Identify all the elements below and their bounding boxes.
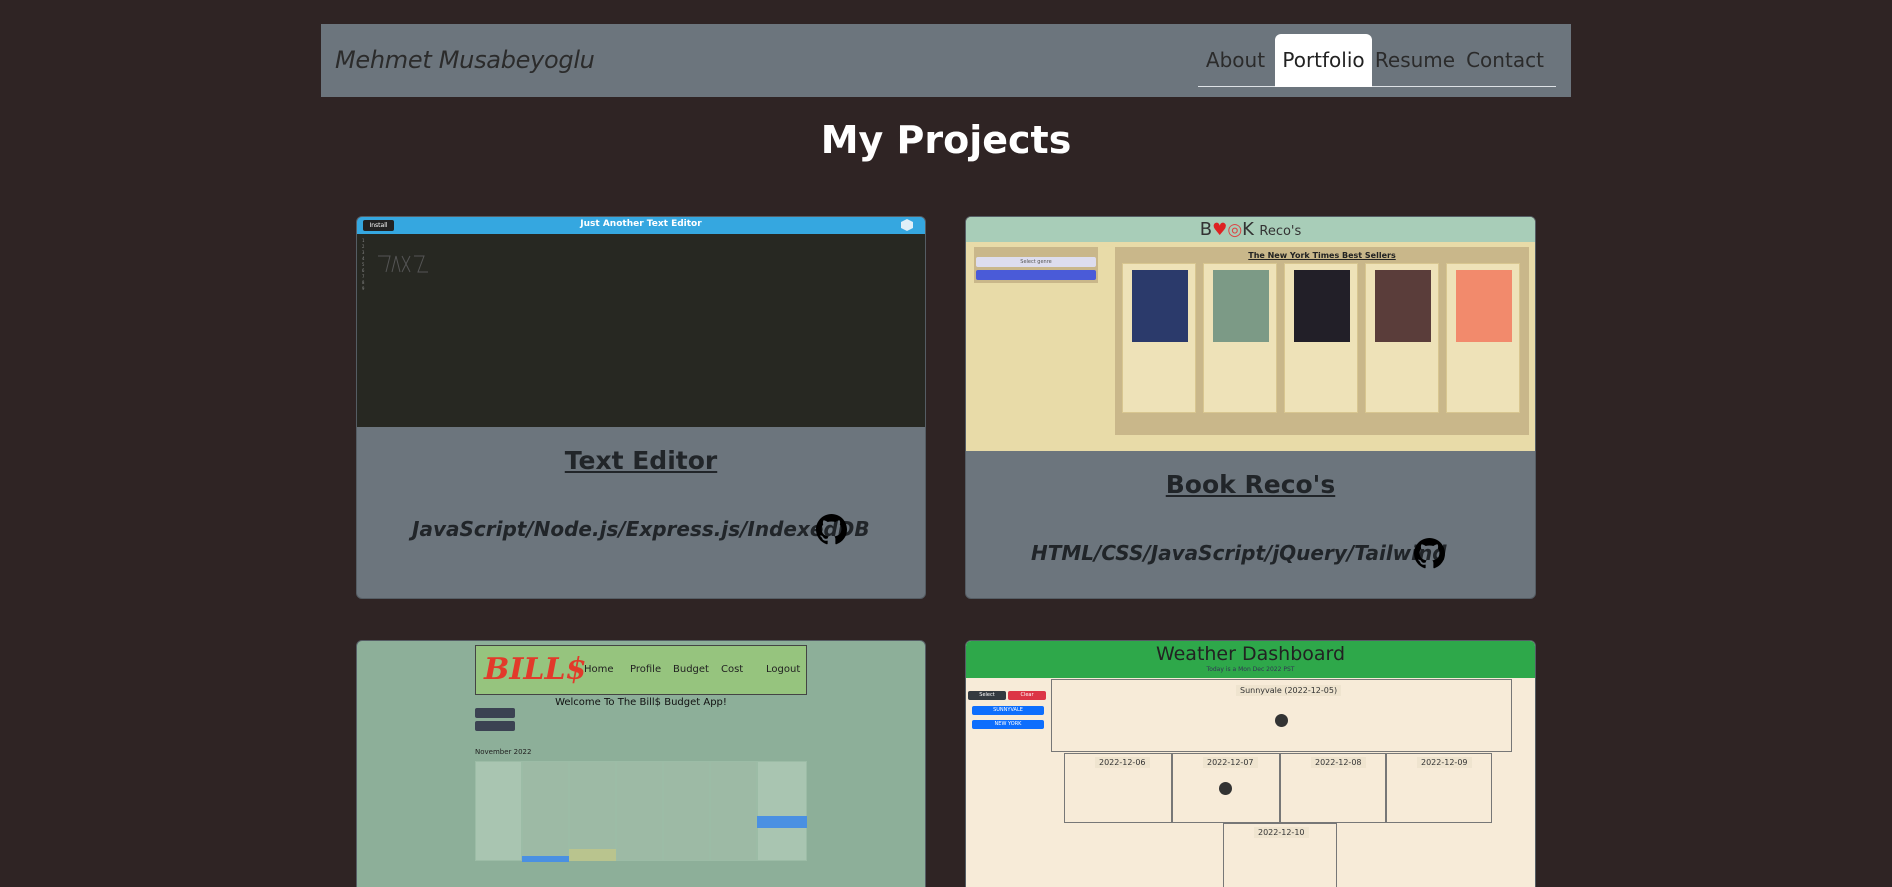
svg-text:7: 7 bbox=[362, 274, 365, 279]
book-card bbox=[1122, 263, 1196, 413]
svg-text:9: 9 bbox=[362, 286, 365, 291]
thumb-nav-link: Logout bbox=[766, 664, 801, 675]
thumb-nav-link: Home bbox=[584, 664, 614, 675]
forecast-card: 2022-12-07 bbox=[1172, 753, 1280, 823]
svg-text:1: 1 bbox=[362, 238, 365, 243]
thumb-nav-link: Cost bbox=[721, 664, 744, 675]
book-cover bbox=[1132, 270, 1188, 342]
svg-text:4: 4 bbox=[362, 256, 365, 261]
tab-portfolio[interactable]: Portfolio bbox=[1275, 34, 1372, 87]
tab-resume[interactable]: Resume bbox=[1374, 34, 1456, 87]
bills-logo: BILL$ bbox=[484, 652, 587, 687]
calendar-event bbox=[757, 816, 807, 828]
calendar-column bbox=[710, 761, 757, 861]
bestseller-heading: The New York Times Best Sellers bbox=[1248, 251, 1396, 260]
forecast-date: 2022-12-07 bbox=[1203, 757, 1258, 768]
calendar-column bbox=[757, 761, 807, 861]
svg-text:5: 5 bbox=[362, 262, 365, 267]
calendar-column bbox=[663, 761, 710, 861]
calendar-column bbox=[522, 761, 569, 861]
project-title-link[interactable]: Text Editor bbox=[357, 446, 925, 475]
nav-tabs: About Portfolio Resume Contact bbox=[1198, 34, 1556, 87]
calendar-column bbox=[475, 761, 522, 861]
forecast-date: 2022-12-10 bbox=[1254, 827, 1309, 838]
editor-area: 123456789 bbox=[357, 234, 925, 427]
project-card-weather: Weather Dashboard Today is a Mon Dec 202… bbox=[965, 640, 1536, 887]
brand-text: Reco's bbox=[1259, 224, 1302, 239]
forecast-card: 2022-12-08 bbox=[1280, 753, 1386, 823]
calendar-grid bbox=[475, 761, 807, 862]
book-cover bbox=[1375, 270, 1431, 342]
project-screenshot[interactable]: Install Just Another Text Editor 1234567… bbox=[357, 217, 925, 427]
add-purchase-button bbox=[475, 721, 515, 731]
calendar-column bbox=[616, 761, 663, 861]
thumb-nav-link: Profile bbox=[630, 664, 662, 675]
book-cover bbox=[1213, 270, 1269, 342]
svg-text:2: 2 bbox=[362, 244, 365, 249]
thumb-header: Install Just Another Text Editor bbox=[357, 217, 925, 234]
brand-name[interactable]: Mehmet Musabeyoglu bbox=[335, 46, 595, 74]
forecast-card: 2022-12-09 bbox=[1386, 753, 1492, 823]
thumb-navbar: BILL$ Home Profile Budget Cost Logout bbox=[475, 645, 807, 695]
project-title-link[interactable]: Book Reco's bbox=[966, 470, 1535, 499]
thumb-brand: B♥◎K Reco's bbox=[1199, 219, 1302, 240]
city-button: NEW YORK bbox=[972, 720, 1044, 729]
svg-text:3: 3 bbox=[362, 250, 365, 255]
calendar-month: November 2022 bbox=[475, 748, 532, 756]
weather-icon bbox=[1219, 782, 1232, 795]
navbar: Mehmet Musabeyoglu About Portfolio Resum… bbox=[321, 24, 1571, 97]
project-tech-stack: JavaScript/Node.js/Express.js/IndexedDB bbox=[412, 517, 870, 541]
update-budget-button bbox=[475, 708, 515, 718]
clear-button: Clear bbox=[1008, 691, 1046, 700]
thumb-title: Just Another Text Editor bbox=[580, 219, 702, 229]
thumb-header: Weather Dashboard Today is a Mon Dec 202… bbox=[966, 641, 1535, 678]
logo-icon bbox=[901, 219, 913, 231]
calendar-event bbox=[522, 856, 569, 862]
project-screenshot[interactable]: Weather Dashboard Today is a Mon Dec 202… bbox=[966, 641, 1535, 887]
thumb-title: Weather Dashboard bbox=[1155, 643, 1346, 665]
project-card-book-recos: B♥◎K Reco's Select genre The New York Ti… bbox=[965, 216, 1536, 599]
book-card bbox=[1365, 263, 1439, 413]
page-title: My Projects bbox=[820, 118, 1072, 162]
thumb-welcome: Welcome To The Bill$ Budget App! bbox=[555, 697, 727, 708]
book-cover bbox=[1456, 270, 1512, 342]
project-screenshot[interactable]: B♥◎K Reco's Select genre The New York Ti… bbox=[966, 217, 1535, 451]
thumb-header: B♥◎K Reco's bbox=[966, 217, 1535, 242]
book-card bbox=[1284, 263, 1358, 413]
forecast-date: 2022-12-08 bbox=[1311, 757, 1366, 768]
svg-text:6: 6 bbox=[362, 268, 365, 273]
bestseller-panel: The New York Times Best Sellers bbox=[1115, 247, 1529, 435]
calendar-today bbox=[569, 849, 616, 861]
thumb-nav-link: Budget bbox=[673, 664, 709, 675]
calendar-column bbox=[569, 761, 616, 861]
project-tech-stack: HTML/CSS/JavaScript/jQuery/Tailwind bbox=[1031, 541, 1447, 565]
forecast-card: 2022-12-06 bbox=[1064, 753, 1172, 823]
project-screenshot[interactable]: BILL$ Home Profile Budget Cost Logout We… bbox=[357, 641, 925, 887]
thumb-subtitle: Today is a Mon Dec 2022 PST bbox=[1206, 666, 1295, 673]
tab-contact[interactable]: Contact bbox=[1459, 34, 1551, 87]
forecast-date: 2022-12-06 bbox=[1095, 757, 1150, 768]
current-city-date: Sunnyvale (2022-12-05) bbox=[1236, 685, 1342, 696]
book-cover bbox=[1294, 270, 1350, 342]
book-card bbox=[1203, 263, 1277, 413]
select-button: Select bbox=[968, 691, 1006, 700]
forecast-card: 2022-12-10 bbox=[1223, 823, 1337, 887]
genre-select: Select genre bbox=[976, 257, 1096, 267]
forecast-date: 2022-12-09 bbox=[1417, 757, 1472, 768]
github-icon[interactable] bbox=[1414, 538, 1445, 569]
weather-icon bbox=[1275, 714, 1288, 727]
current-weather-box: Sunnyvale (2022-12-05) bbox=[1051, 679, 1512, 752]
search-button bbox=[976, 270, 1096, 280]
book-card bbox=[1446, 263, 1520, 413]
city-button: SUNNYVALE bbox=[972, 706, 1044, 715]
project-card-text-editor: Install Just Another Text Editor 1234567… bbox=[356, 216, 926, 599]
project-card-bills: BILL$ Home Profile Budget Cost Logout We… bbox=[356, 640, 926, 887]
editor-line-numbers: 123456789 bbox=[362, 238, 428, 291]
github-icon[interactable] bbox=[816, 514, 847, 545]
tab-about[interactable]: About bbox=[1198, 34, 1273, 87]
svg-text:8: 8 bbox=[362, 280, 365, 285]
